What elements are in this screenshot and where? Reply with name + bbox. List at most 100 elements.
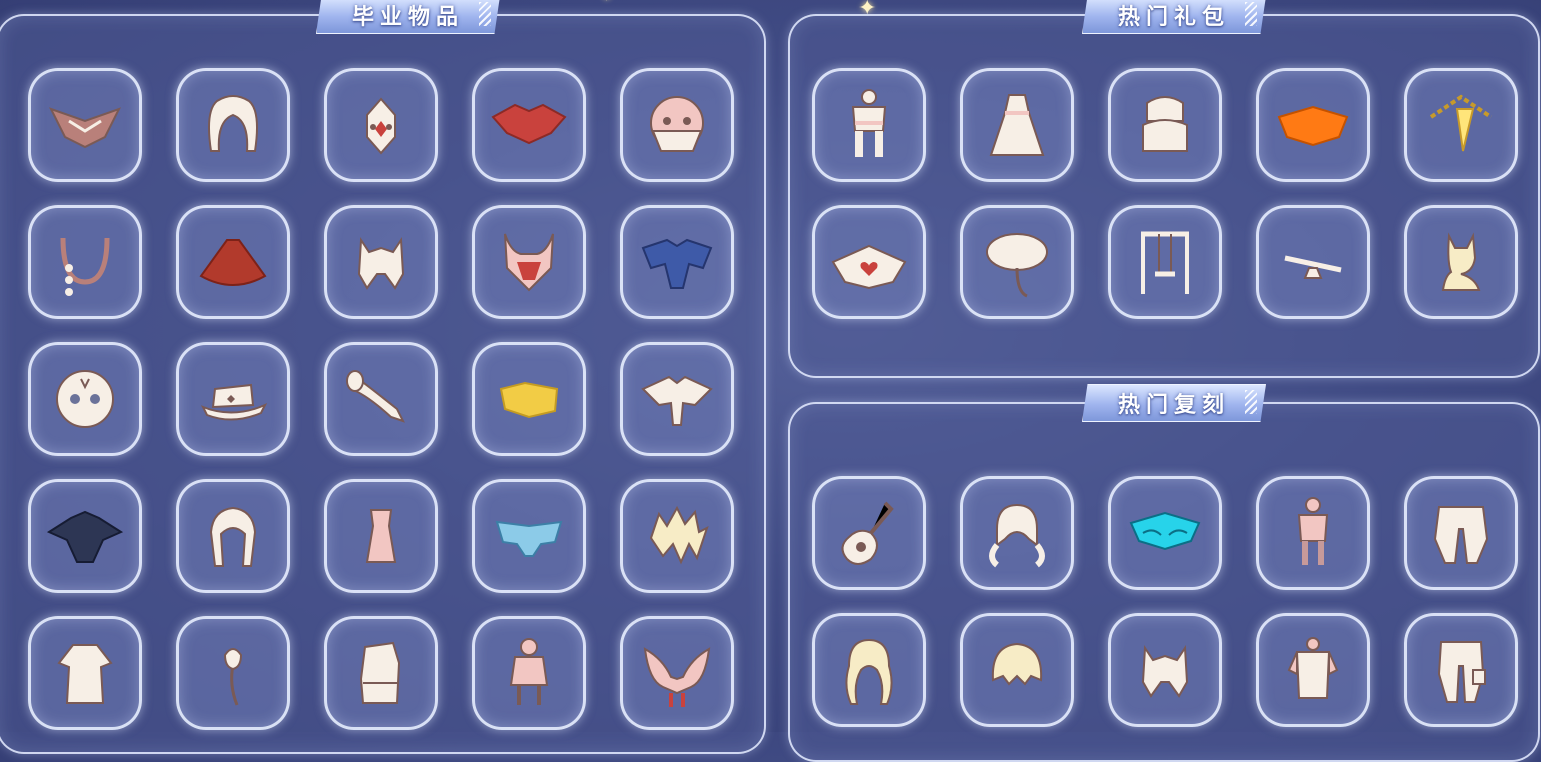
item-slot[interactable] [960, 613, 1074, 727]
item-slot[interactable] [472, 342, 586, 456]
pink-outfit-icon [337, 492, 425, 580]
panel-title: 毕业物品 [351, 5, 464, 30]
dark-cape-icon [41, 492, 129, 580]
item-slot[interactable] [28, 479, 142, 593]
item-slot[interactable] [176, 205, 290, 319]
item-slot[interactable] [1256, 68, 1370, 182]
red-cloak-icon [189, 218, 277, 306]
item-slot[interactable] [620, 616, 734, 730]
item-slot[interactable] [324, 68, 438, 182]
item-slot[interactable] [324, 205, 438, 319]
cat-ear-hair-icon [337, 218, 425, 306]
horn-instrument-icon [337, 355, 425, 443]
item-slot[interactable] [812, 613, 926, 727]
red-horn-mask-icon [485, 218, 573, 306]
white-outfit-icon [825, 81, 913, 169]
spiky-hair-icon [633, 492, 721, 580]
white-mask-icon [41, 355, 129, 443]
item-slot[interactable] [960, 205, 1074, 319]
tab-decoration [479, 2, 491, 26]
fox-icon [1417, 218, 1505, 306]
item-slot[interactable] [620, 205, 734, 319]
brown-wing-cape-icon [41, 81, 129, 169]
cyan-cape-icon [1121, 489, 1209, 577]
item-slot[interactable] [324, 342, 438, 456]
round-mask-icon [633, 81, 721, 169]
pink-outfit-figure-icon [485, 629, 573, 717]
tab-decoration [1245, 390, 1257, 414]
item-slot[interactable] [472, 68, 586, 182]
yellow-necklace-icon [1417, 81, 1505, 169]
pink-armor-outfit-icon [1269, 489, 1357, 577]
item-slot[interactable] [28, 616, 142, 730]
item-slot[interactable] [1404, 613, 1518, 727]
item-slot[interactable] [324, 479, 438, 593]
graduation-items-tab: 毕业物品 [316, 0, 500, 34]
seesaw-icon [1269, 218, 1357, 306]
boot-icon [337, 629, 425, 717]
item-slot[interactable] [472, 479, 586, 593]
winged-headpiece-icon [633, 629, 721, 717]
item-slot[interactable] [1256, 205, 1370, 319]
horn-accessory-icon [41, 218, 129, 306]
item-slot[interactable] [28, 342, 142, 456]
leaf-umbrella-icon [973, 218, 1061, 306]
item-slot[interactable] [960, 476, 1074, 590]
white-cape-icon [633, 355, 721, 443]
sparkle-icon: ✦ [600, 0, 613, 5]
item-slot[interactable] [620, 479, 734, 593]
puffy-pants-icon [1417, 489, 1505, 577]
item-slot[interactable] [176, 342, 290, 456]
item-slot[interactable] [176, 616, 290, 730]
item-slot[interactable] [620, 342, 734, 456]
item-slot[interactable] [812, 68, 926, 182]
pigtail-hair-icon [973, 489, 1061, 577]
red-cape-icon [485, 81, 573, 169]
fur-hat-icon [1121, 81, 1209, 169]
item-slot[interactable] [1256, 476, 1370, 590]
short-hair-icon [973, 626, 1061, 714]
item-slot[interactable] [1108, 205, 1222, 319]
item-slot[interactable] [472, 616, 586, 730]
item-slot[interactable] [324, 616, 438, 730]
pink-top-icon [1269, 626, 1357, 714]
cargo-pants-icon [1417, 626, 1505, 714]
panel-title: 热门复刻 [1117, 393, 1230, 418]
feather-mask-icon [337, 81, 425, 169]
item-slot[interactable] [472, 205, 586, 319]
item-slot[interactable] [28, 68, 142, 182]
guitar-icon [825, 489, 913, 577]
item-slot[interactable] [1108, 476, 1222, 590]
long-hair-icon [189, 492, 277, 580]
hot-packs-tab: 热门礼包 [1082, 0, 1266, 34]
item-slot[interactable] [28, 205, 142, 319]
item-slot[interactable] [1108, 68, 1222, 182]
item-slot[interactable] [1256, 613, 1370, 727]
wavy-hair-icon [825, 626, 913, 714]
hot-reruns-tab: 热门复刻 [1082, 384, 1266, 422]
item-slot[interactable] [1404, 68, 1518, 182]
blue-cape-icon [633, 218, 721, 306]
item-slot[interactable] [1108, 613, 1222, 727]
item-slot[interactable] [812, 205, 926, 319]
panel-title: 热门礼包 [1117, 5, 1230, 30]
white-robe-icon [41, 629, 129, 717]
flower-prop-icon [189, 629, 277, 717]
yellow-cape-icon [485, 355, 573, 443]
item-slot[interactable] [812, 476, 926, 590]
swing-icon [1121, 218, 1209, 306]
item-slot[interactable] [1404, 476, 1518, 590]
item-slot[interactable] [176, 68, 290, 182]
item-slot[interactable] [960, 68, 1074, 182]
cat-ear-hair-icon [1121, 626, 1209, 714]
item-slot[interactable] [1404, 205, 1518, 319]
white-braid-hair-icon [189, 81, 277, 169]
hat-icon [189, 355, 277, 443]
heart-cape-icon [825, 218, 913, 306]
white-dress-icon [973, 81, 1061, 169]
blue-butterfly-cape-icon [485, 492, 573, 580]
orange-cape-icon [1269, 81, 1357, 169]
item-slot[interactable] [176, 479, 290, 593]
item-slot[interactable] [620, 68, 734, 182]
tab-decoration [1245, 2, 1257, 26]
